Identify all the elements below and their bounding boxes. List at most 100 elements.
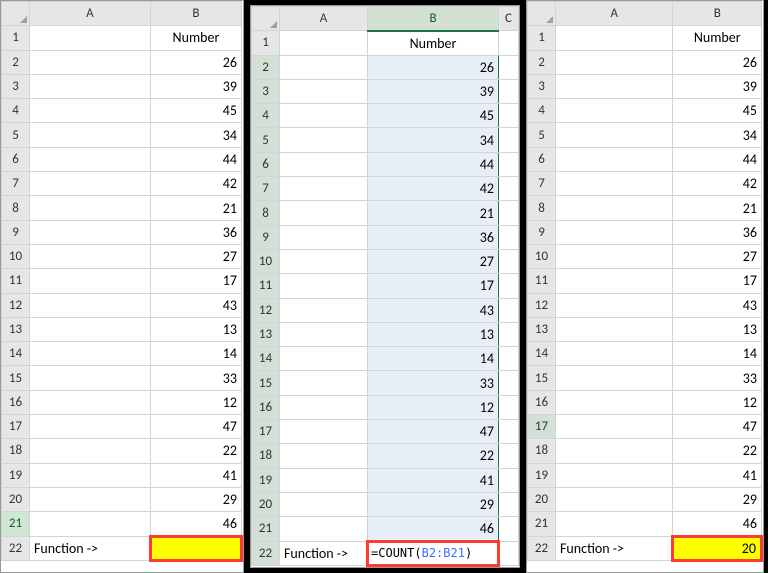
cell[interactable]: 26: [673, 50, 762, 74]
row-header[interactable]: 22: [252, 541, 280, 565]
cell[interactable]: 34: [150, 123, 241, 147]
cell[interactable]: [499, 225, 519, 249]
cell[interactable]: 22: [673, 439, 762, 463]
row-header[interactable]: 17: [2, 415, 30, 439]
select-all-corner[interactable]: [252, 7, 280, 31]
row-header[interactable]: 5: [2, 123, 30, 147]
cell[interactable]: [499, 201, 519, 225]
cell[interactable]: [280, 249, 368, 273]
cell[interactable]: 34: [673, 123, 762, 147]
cell[interactable]: [556, 50, 673, 74]
cell[interactable]: [499, 298, 519, 322]
cell[interactable]: [280, 420, 368, 444]
row-header[interactable]: 19: [528, 463, 556, 487]
cell[interactable]: 39: [150, 74, 241, 98]
row-header[interactable]: 3: [2, 74, 30, 98]
row-header[interactable]: 4: [252, 104, 280, 128]
cell-selected[interactable]: 26: [368, 55, 499, 79]
row-header[interactable]: 11: [2, 269, 30, 293]
cell[interactable]: [499, 347, 519, 371]
cell[interactable]: [556, 390, 673, 414]
cell[interactable]: [30, 415, 151, 439]
cell[interactable]: 27: [150, 244, 241, 268]
cell[interactable]: [30, 390, 151, 414]
cell[interactable]: [499, 371, 519, 395]
cell[interactable]: [556, 123, 673, 147]
row-header[interactable]: 9: [528, 220, 556, 244]
cell[interactable]: [280, 225, 368, 249]
cell[interactable]: 21: [673, 196, 762, 220]
cell[interactable]: 13: [150, 317, 241, 341]
cell[interactable]: 45: [673, 99, 762, 123]
cell[interactable]: [499, 104, 519, 128]
cell[interactable]: 33: [673, 366, 762, 390]
cell-selected[interactable]: 33: [368, 371, 499, 395]
cell[interactable]: 14: [150, 342, 241, 366]
cell[interactable]: [556, 147, 673, 171]
cell-selected[interactable]: 39: [368, 79, 499, 103]
cell-title[interactable]: Number: [150, 26, 241, 50]
row-header[interactable]: 18: [528, 439, 556, 463]
cell[interactable]: [280, 298, 368, 322]
cell[interactable]: [556, 244, 673, 268]
cell[interactable]: [499, 541, 519, 565]
cell[interactable]: 17: [673, 269, 762, 293]
row-header[interactable]: 20: [252, 492, 280, 516]
row-header[interactable]: 13: [528, 317, 556, 341]
row-header[interactable]: 8: [252, 201, 280, 225]
function-label[interactable]: Function ->: [30, 536, 151, 560]
cell[interactable]: [280, 55, 368, 79]
cell[interactable]: [556, 74, 673, 98]
cell-selected[interactable]: 14: [368, 347, 499, 371]
cell[interactable]: 17: [150, 269, 241, 293]
col-header-A[interactable]: A: [280, 7, 368, 31]
cell[interactable]: [499, 492, 519, 516]
cell-title[interactable]: Number: [673, 26, 762, 50]
cell-selected[interactable]: 12: [368, 395, 499, 419]
formula-target-cell-empty[interactable]: [150, 536, 241, 560]
cell[interactable]: [30, 317, 151, 341]
cell[interactable]: [499, 152, 519, 176]
cell[interactable]: [280, 201, 368, 225]
row-header[interactable]: 18: [252, 444, 280, 468]
row-header[interactable]: 17: [528, 415, 556, 439]
cell-selected[interactable]: 21: [368, 201, 499, 225]
cell[interactable]: 22: [150, 439, 241, 463]
cell[interactable]: [499, 274, 519, 298]
cell[interactable]: [30, 512, 151, 536]
cell[interactable]: [280, 444, 368, 468]
row-header[interactable]: 6: [252, 152, 280, 176]
cell[interactable]: [499, 395, 519, 419]
cell[interactable]: [30, 147, 151, 171]
row-header[interactable]: 16: [2, 390, 30, 414]
cell[interactable]: [280, 274, 368, 298]
row-header[interactable]: 14: [528, 342, 556, 366]
cell[interactable]: [499, 79, 519, 103]
cell[interactable]: [556, 487, 673, 511]
cell[interactable]: 46: [150, 512, 241, 536]
cell-selected[interactable]: 44: [368, 152, 499, 176]
row-header[interactable]: 18: [2, 439, 30, 463]
cell[interactable]: 41: [673, 463, 762, 487]
grid-2[interactable]: A B C 1Number 226 339 445 534 644 742 82…: [251, 6, 519, 567]
cell[interactable]: [30, 74, 151, 98]
row-header[interactable]: 15: [2, 366, 30, 390]
cell[interactable]: 41: [150, 463, 241, 487]
row-header[interactable]: 20: [2, 487, 30, 511]
row-header[interactable]: 10: [528, 244, 556, 268]
formula-editing-cell[interactable]: =COUNT(B2:B21): [368, 541, 499, 565]
col-header-C[interactable]: C: [499, 7, 519, 31]
cell[interactable]: 21: [150, 196, 241, 220]
cell[interactable]: [556, 512, 673, 536]
row-header[interactable]: 9: [2, 220, 30, 244]
row-header[interactable]: 22: [2, 536, 30, 560]
cell[interactable]: [499, 31, 519, 55]
row-header[interactable]: 14: [252, 347, 280, 371]
cell[interactable]: [30, 342, 151, 366]
select-all-corner[interactable]: [528, 2, 556, 26]
grid-1[interactable]: A B 1Number 226 339 445 534 644 742 821 …: [1, 1, 243, 562]
row-header[interactable]: 10: [252, 249, 280, 273]
row-header[interactable]: 12: [252, 298, 280, 322]
cell[interactable]: [556, 415, 673, 439]
row-header[interactable]: 21: [252, 517, 280, 541]
